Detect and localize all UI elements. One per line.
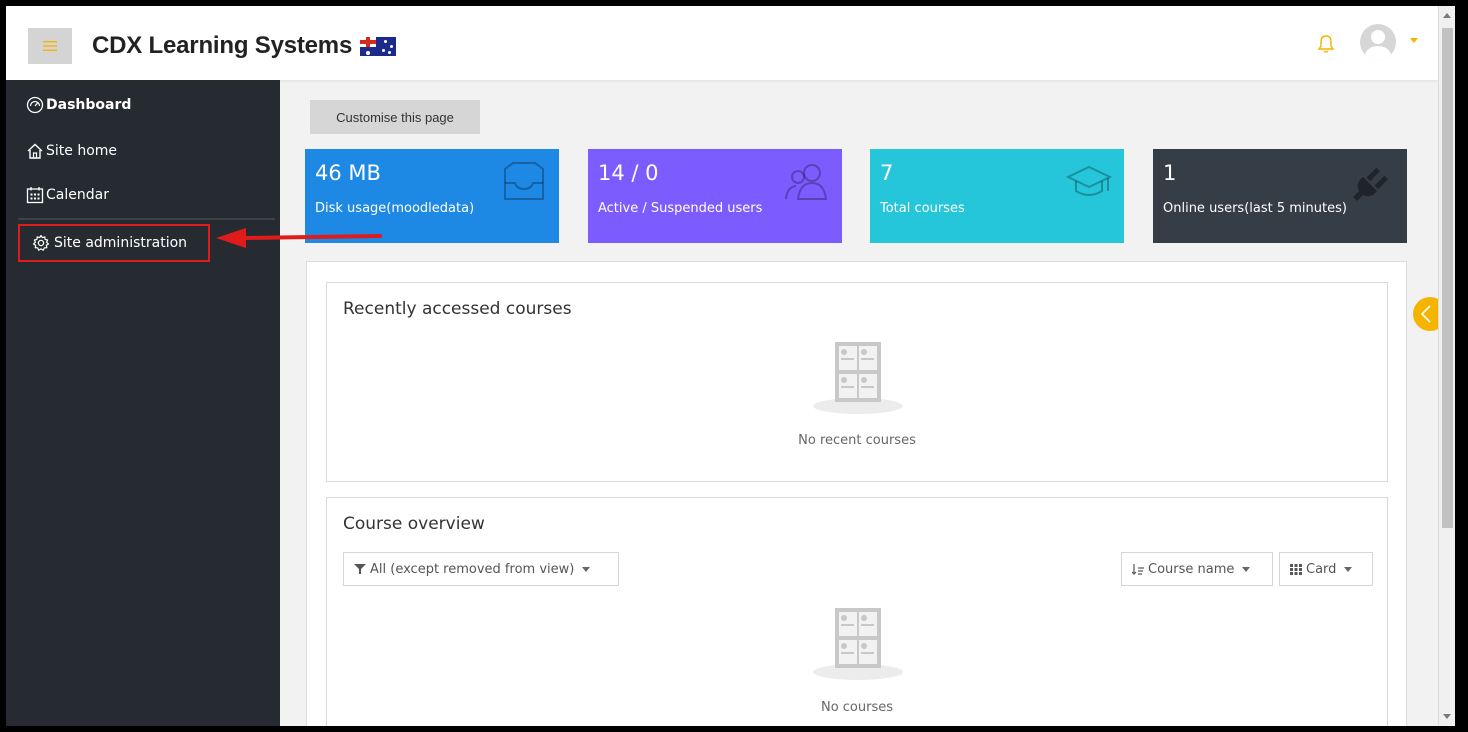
home-icon — [27, 143, 43, 159]
sidebar-item-label: Calendar — [46, 187, 109, 203]
course-overview-block: Course overview All (except removed from… — [326, 497, 1388, 726]
browser-viewport: CDX Learning Systems Dashboard Site home… — [6, 6, 1438, 726]
dropdown-label: Course name — [1148, 561, 1235, 577]
empty-state-text: No recent courses — [798, 433, 916, 448]
stat-value: 1 — [1163, 161, 1177, 185]
sidebar-toggle-button[interactable] — [28, 28, 72, 64]
empty-state-text: No courses — [820, 700, 894, 715]
scroll-down-icon[interactable] — [1443, 714, 1451, 719]
stat-value: 46 MB — [315, 161, 381, 185]
calendar-icon — [26, 187, 44, 204]
brand-mark: CDX — [92, 32, 143, 59]
nav-drawer: Dashboard Site home Calendar Site admini… — [6, 80, 280, 726]
stat-card-users: 14 / 0 Active / Suspended users — [588, 149, 842, 243]
empty-courses-illustration-icon — [813, 608, 903, 680]
block-title: Recently accessed courses — [343, 299, 572, 319]
sort-alpha-icon — [1132, 564, 1144, 575]
customise-page-button[interactable]: Customise this page — [310, 100, 480, 134]
empty-courses-illustration-icon — [813, 342, 903, 414]
user-avatar-icon[interactable] — [1360, 24, 1396, 60]
sidebar-item-label: Site administration — [54, 235, 188, 251]
sidebar-divider — [18, 218, 275, 220]
users-icon — [785, 164, 828, 200]
dropdown-label: All (except removed from view) — [370, 561, 575, 577]
sidebar-item-label: Site home — [46, 143, 118, 159]
stat-label: Total courses — [880, 201, 965, 216]
gear-icon — [32, 234, 50, 251]
hamburger-icon — [43, 41, 57, 51]
chevron-down-icon — [1242, 566, 1251, 572]
block-title: Course overview — [343, 514, 485, 534]
australia-flag-icon — [360, 36, 397, 56]
stat-label: Active / Suspended users — [598, 201, 763, 216]
chevron-down-icon — [582, 566, 591, 572]
inbox-icon — [504, 162, 544, 200]
scrollbar-thumb[interactable] — [1442, 28, 1453, 528]
stat-label: Online users(last 5 minutes) — [1163, 201, 1347, 216]
sort-dropdown[interactable]: Course name — [1121, 552, 1273, 586]
grid-icon — [1290, 564, 1302, 575]
sidebar-item-site-administration[interactable]: Site administration — [18, 224, 210, 262]
user-menu-caret-icon[interactable] — [1410, 38, 1418, 43]
stat-label: Disk usage(moodledata) — [315, 201, 475, 216]
recent-courses-block: Recently accessed courses No recent cour… — [326, 282, 1388, 482]
sidebar-item-label: Dashboard — [46, 97, 132, 113]
block-region: Recently accessed courses No recent cour… — [306, 261, 1407, 726]
stat-value: 7 — [880, 161, 894, 185]
annotation-arrow-icon — [216, 228, 382, 248]
stat-card-total-courses: 7 Total courses — [870, 149, 1124, 243]
dashboard-gauge-icon — [26, 96, 44, 114]
page-scrollbar[interactable] — [1438, 6, 1455, 726]
graduation-cap-icon — [1066, 165, 1112, 196]
frame-border — [1455, 0, 1468, 732]
plug-icon — [1353, 167, 1389, 201]
scroll-up-icon[interactable] — [1443, 13, 1451, 18]
sidebar-item-dashboard[interactable]: Dashboard — [26, 96, 131, 114]
grouping-filter-dropdown[interactable]: All (except removed from view) — [343, 552, 619, 586]
view-mode-dropdown[interactable]: Card — [1279, 552, 1373, 586]
site-brand[interactable]: CDX Learning Systems — [92, 32, 397, 60]
brand-text: Learning Systems — [142, 32, 353, 59]
filter-icon — [354, 564, 366, 574]
top-navbar: CDX Learning Systems — [6, 6, 1438, 80]
block-drawer-toggle[interactable] — [1413, 297, 1438, 331]
chevron-left-icon — [1420, 305, 1431, 323]
stat-card-online-users: 1 Online users(last 5 minutes) — [1153, 149, 1407, 243]
sidebar-item-calendar[interactable]: Calendar — [26, 186, 109, 204]
sidebar-item-site-home[interactable]: Site home — [26, 142, 117, 160]
chevron-down-icon — [1344, 566, 1353, 572]
dropdown-label: Card — [1306, 561, 1337, 577]
stat-value: 14 / 0 — [598, 161, 659, 185]
bell-icon[interactable] — [1317, 34, 1335, 54]
